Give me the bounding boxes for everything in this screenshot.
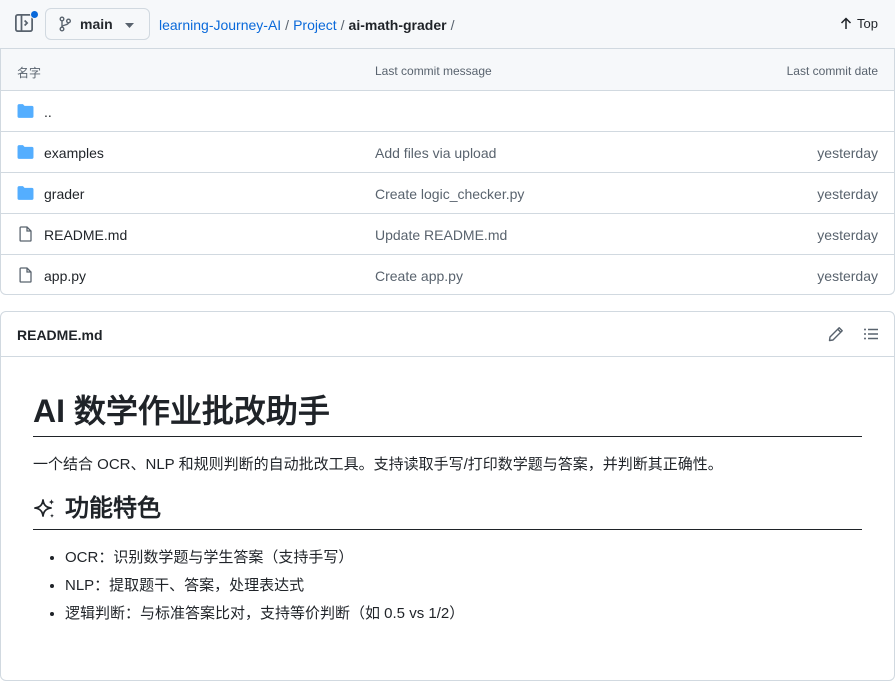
commit-message-link[interactable]: Update README.md — [375, 227, 507, 243]
git-branch-icon — [59, 16, 71, 32]
sidebar-toggle-button[interactable] — [14, 10, 39, 35]
breadcrumb-separator: / — [340, 17, 345, 33]
file-name[interactable]: grader — [44, 186, 84, 202]
readme-heading-2: 功能特色 — [33, 493, 862, 530]
file-name[interactable]: app.py — [44, 268, 86, 284]
arrow-up-icon — [841, 17, 852, 29]
breadcrumb: learning-Journey-AI / Project / ai-math-grad… — [159, 16, 458, 34]
file-name[interactable]: README.md — [44, 227, 127, 243]
branch-selector-button[interactable]: main — [45, 8, 150, 40]
file-row-app[interactable]: app.py Create app.py yesterday — [1, 255, 894, 294]
features-heading-text: 功能特色 — [65, 495, 161, 522]
column-name-header: 名字 — [17, 66, 42, 80]
commit-message-link[interactable]: Create app.py — [375, 268, 463, 284]
file-name[interactable]: .. — [44, 104, 52, 120]
file-table-header: 名字 Last commit message Last commit date — [1, 49, 894, 91]
file-row-examples[interactable]: examples Add files via upload yesterday — [1, 132, 894, 173]
list-item: 逻辑判断：与标准答案比对，支持等价判断（如 0.5 vs 1/2） — [65, 600, 862, 628]
file-name[interactable]: examples — [44, 145, 104, 161]
outline-list-icon[interactable] — [863, 326, 879, 342]
commit-date: yesterday — [817, 145, 878, 161]
commit-date: yesterday — [817, 268, 878, 284]
readme-heading-1: AI 数学作业批改助手 — [33, 392, 862, 437]
readme-panel: README.md AI 数学作业批改助手 一个结合 OCR、NLP 和规则判断… — [0, 311, 895, 681]
features-list: OCR：识别数学题与学生答案（支持手写） NLP：提取题干、答案，处理表达式 逻… — [33, 544, 862, 628]
breadcrumb-separator: / — [285, 17, 290, 33]
column-message-header: Last commit message — [375, 64, 492, 78]
edit-pencil-icon[interactable] — [828, 326, 844, 342]
file-row-grader[interactable]: grader Create logic_checker.py yesterday — [1, 173, 894, 214]
notification-dot — [30, 10, 39, 19]
commit-date: yesterday — [817, 227, 878, 243]
caret-down-icon — [125, 23, 134, 28]
branch-name: main — [80, 16, 113, 32]
file-table: 名字 Last commit message Last commit date … — [0, 49, 895, 295]
readme-header: README.md — [1, 312, 894, 357]
folder-icon — [17, 104, 34, 118]
commit-message-link[interactable]: Add files via upload — [375, 145, 496, 161]
breadcrumb-separator: / — [450, 17, 455, 33]
readme-description: 一个结合 OCR、NLP 和规则判断的自动批改工具。支持读取手写/打印数学题与答… — [33, 456, 723, 473]
file-icon — [19, 267, 32, 283]
file-row-readme[interactable]: README.md Update README.md yesterday — [1, 214, 894, 255]
column-date-header: Last commit date — [786, 64, 878, 78]
list-item: OCR：识别数学题与学生答案（支持手写） — [65, 544, 862, 572]
file-icon — [19, 226, 32, 242]
folder-icon — [17, 186, 34, 200]
repo-header-bar: main learning-Journey-AI / Project / ai-math… — [0, 0, 895, 49]
commit-date: yesterday — [817, 186, 878, 202]
breadcrumb-current: ai-math-grader — [348, 17, 447, 33]
breadcrumb-folder-link[interactable]: Project — [293, 17, 337, 33]
folder-icon — [17, 145, 34, 159]
back-to-top-button[interactable]: Top — [840, 16, 878, 31]
readme-file-title[interactable]: README.md — [17, 327, 103, 343]
file-row-parent[interactable]: .. — [1, 91, 894, 132]
readme-content: AI 数学作业批改助手 一个结合 OCR、NLP 和规则判断的自动批改工具。支持… — [1, 392, 894, 628]
list-item: NLP：提取题干、答案，处理表达式 — [65, 572, 862, 600]
back-to-top-label: Top — [857, 16, 878, 31]
breadcrumb-repo-link[interactable]: learning-Journey-AI — [159, 17, 281, 33]
sparkles-icon — [34, 499, 55, 518]
commit-message-link[interactable]: Create logic_checker.py — [375, 186, 524, 202]
